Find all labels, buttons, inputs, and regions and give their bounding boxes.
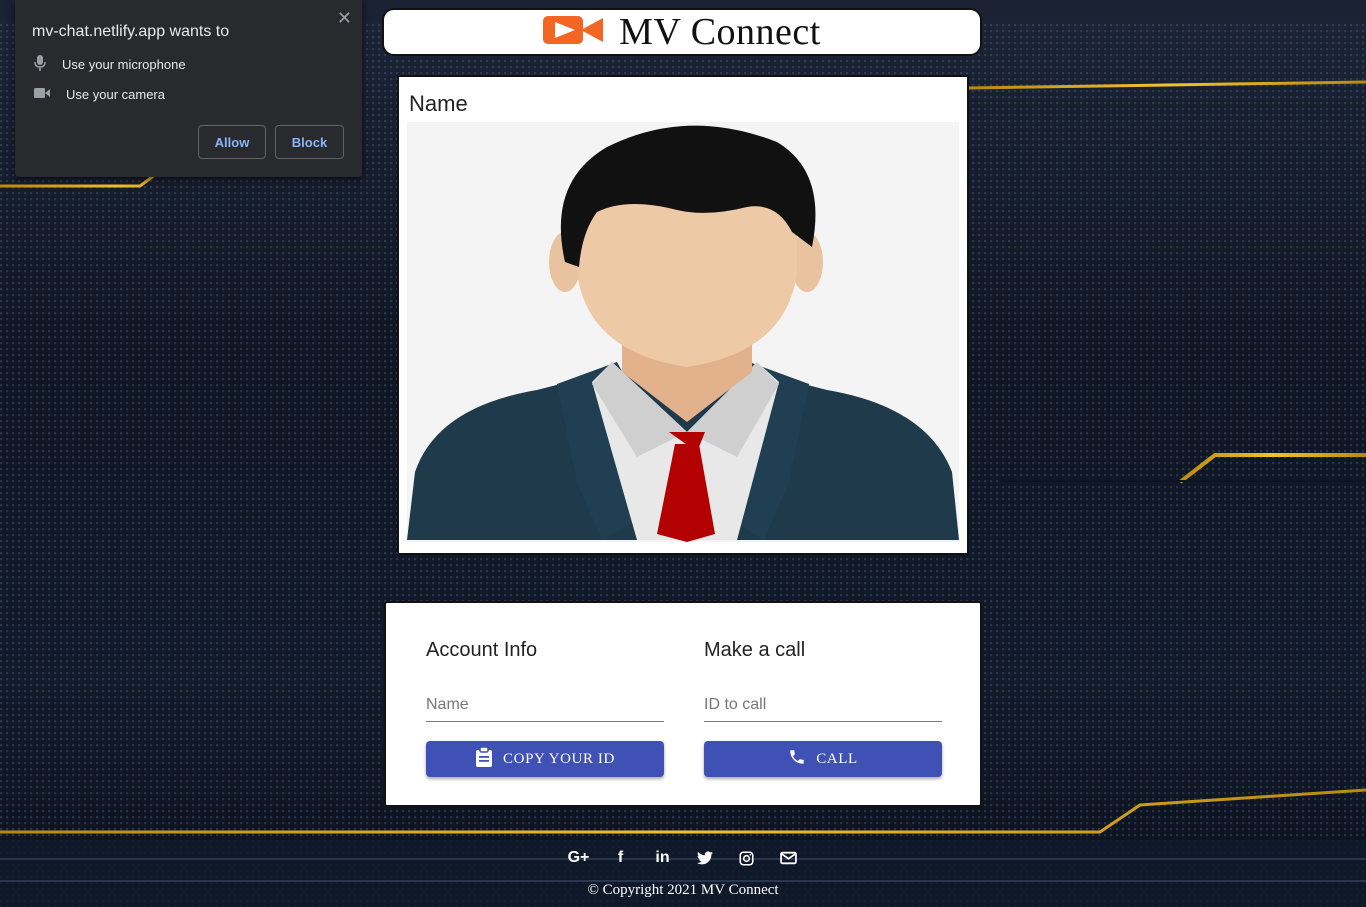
google-plus-icon[interactable]: G+ — [567, 848, 590, 868]
microphone-icon — [34, 55, 46, 74]
twitter-icon[interactable] — [693, 848, 716, 868]
options-panel: Account Info COPY YOUR ID Make a call CA… — [384, 601, 982, 807]
app-header: MV Connect — [382, 8, 982, 56]
video-camera-icon — [543, 14, 605, 51]
name-field — [426, 691, 664, 722]
permission-title: mv-chat.netlify.app wants to — [32, 23, 230, 40]
phone-icon — [788, 748, 806, 771]
businessman-avatar-icon — [407, 122, 959, 542]
microphone-permission-label: Use your microphone — [62, 57, 186, 72]
call-button[interactable]: CALL — [704, 741, 942, 777]
permission-camera-row: Use your camera — [34, 87, 165, 102]
app-title: MV Connect — [619, 11, 821, 53]
video-card: Name — [397, 75, 969, 555]
copy-id-button[interactable]: COPY YOUR ID — [426, 741, 664, 777]
copy-id-label: COPY YOUR ID — [503, 750, 615, 767]
camera-icon — [34, 87, 50, 102]
clipboard-icon — [475, 745, 493, 772]
block-button[interactable]: Block — [275, 125, 344, 159]
copyright-text: © Copyright 2021 MV Connect — [587, 882, 779, 898]
call-label: CALL — [816, 750, 858, 767]
linkedin-icon[interactable]: in — [651, 848, 674, 868]
account-info-heading: Account Info — [426, 639, 538, 661]
instagram-icon[interactable] — [735, 848, 758, 868]
id-to-call-input[interactable] — [704, 691, 942, 719]
facebook-icon[interactable]: f — [609, 848, 632, 868]
email-icon[interactable] — [777, 848, 800, 868]
permission-microphone-row: Use your microphone — [34, 55, 186, 74]
permission-prompt: mv-chat.netlify.app wants to ✕ Use your … — [15, 0, 362, 177]
id-to-call-field — [704, 691, 942, 722]
make-call-heading: Make a call — [704, 639, 806, 661]
video-name-label: Name — [409, 91, 468, 116]
name-input[interactable] — [426, 691, 664, 719]
social-links: G+ f in — [567, 848, 800, 868]
camera-permission-label: Use your camera — [66, 87, 165, 102]
close-icon[interactable]: ✕ — [337, 8, 352, 29]
allow-button[interactable]: Allow — [198, 125, 266, 159]
